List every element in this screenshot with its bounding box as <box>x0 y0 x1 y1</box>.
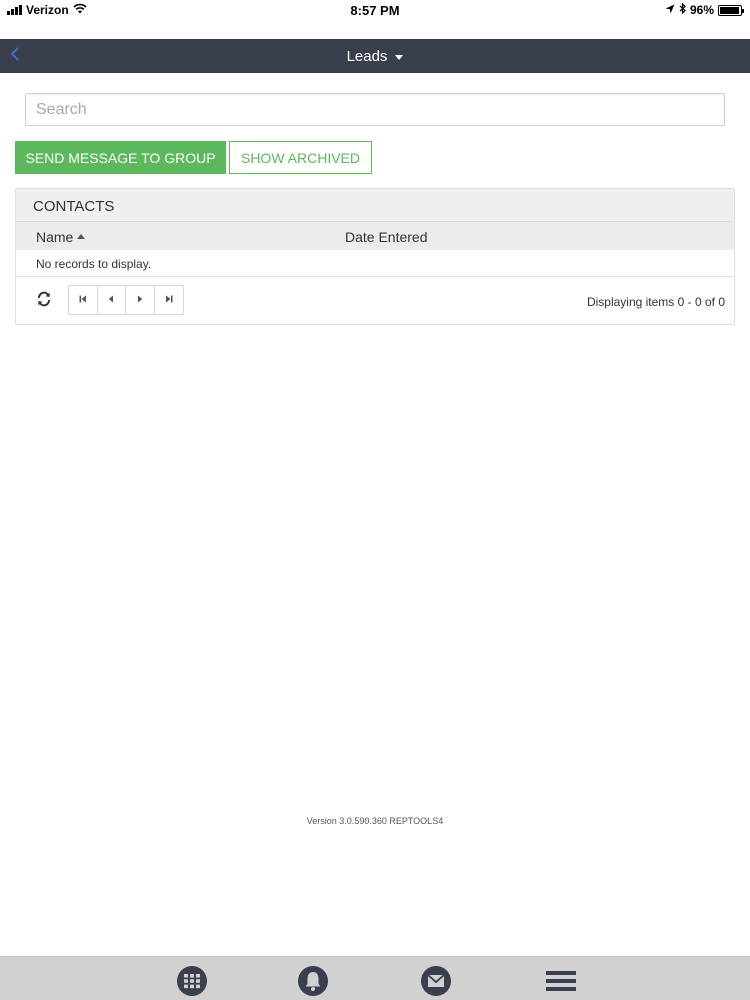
contacts-grid: CONTACTS Name Date Entered No records to… <box>15 188 735 325</box>
location-arrow-icon <box>665 3 675 17</box>
send-message-label: SEND MESSAGE TO GROUP <box>25 149 216 166</box>
page-title-dropdown[interactable]: Leads <box>0 48 750 65</box>
sort-ascending-icon <box>77 234 86 240</box>
ios-status-bar: Verizon 8:57 PM 96% <box>0 0 750 22</box>
bottom-tab-bar <box>0 956 750 1000</box>
battery-level <box>720 6 740 14</box>
last-page-icon <box>165 295 173 305</box>
mail-icon <box>420 965 452 997</box>
tab-messages[interactable] <box>420 965 452 997</box>
page-title: Leads <box>346 48 388 65</box>
show-archived-label: SHOW ARCHIVED <box>240 149 360 166</box>
grid-header-row: Name Date Entered <box>16 222 734 250</box>
tab-grid[interactable] <box>176 965 208 997</box>
tab-menu[interactable] <box>545 965 577 997</box>
column-header-date-entered[interactable]: Date Entered <box>345 229 428 245</box>
search-input[interactable] <box>26 94 724 125</box>
version-label: Version 3.0.590.360 REPTOOLS4 <box>306 816 444 826</box>
first-page-button[interactable] <box>69 286 98 314</box>
grid-title: CONTACTS <box>16 189 734 222</box>
bluetooth-icon <box>679 2 686 17</box>
pager-info: Displaying items 0 - 0 of 0 <box>586 295 725 309</box>
app-header: Leads <box>0 39 750 73</box>
battery-icon <box>718 4 744 16</box>
next-page-icon <box>137 295 143 305</box>
pager-buttons <box>68 285 184 315</box>
empty-message: No records to display. <box>16 250 734 277</box>
tab-notifications[interactable] <box>297 965 329 997</box>
grid-icon <box>176 965 208 997</box>
status-time: 8:57 PM <box>350 3 400 18</box>
search-box <box>25 93 725 126</box>
grid-pager: Displaying items 0 - 0 of 0 <box>16 277 734 323</box>
next-page-button[interactable] <box>126 286 155 314</box>
first-page-icon <box>79 295 87 305</box>
show-archived-button[interactable]: SHOW ARCHIVED <box>229 141 372 174</box>
last-page-button[interactable] <box>155 286 184 314</box>
bell-icon <box>297 965 329 997</box>
column-name-label: Name <box>36 229 74 245</box>
column-header-name[interactable]: Name <box>36 229 86 245</box>
previous-page-button[interactable] <box>98 286 126 314</box>
send-message-to-group-button[interactable]: SEND MESSAGE TO GROUP <box>15 141 226 174</box>
caret-down-icon <box>395 54 404 60</box>
previous-page-icon <box>108 295 114 305</box>
menu-icon <box>545 965 577 997</box>
refresh-icon[interactable] <box>36 291 52 307</box>
status-right: 96% <box>665 2 744 17</box>
battery-percent: 96% <box>689 3 714 17</box>
